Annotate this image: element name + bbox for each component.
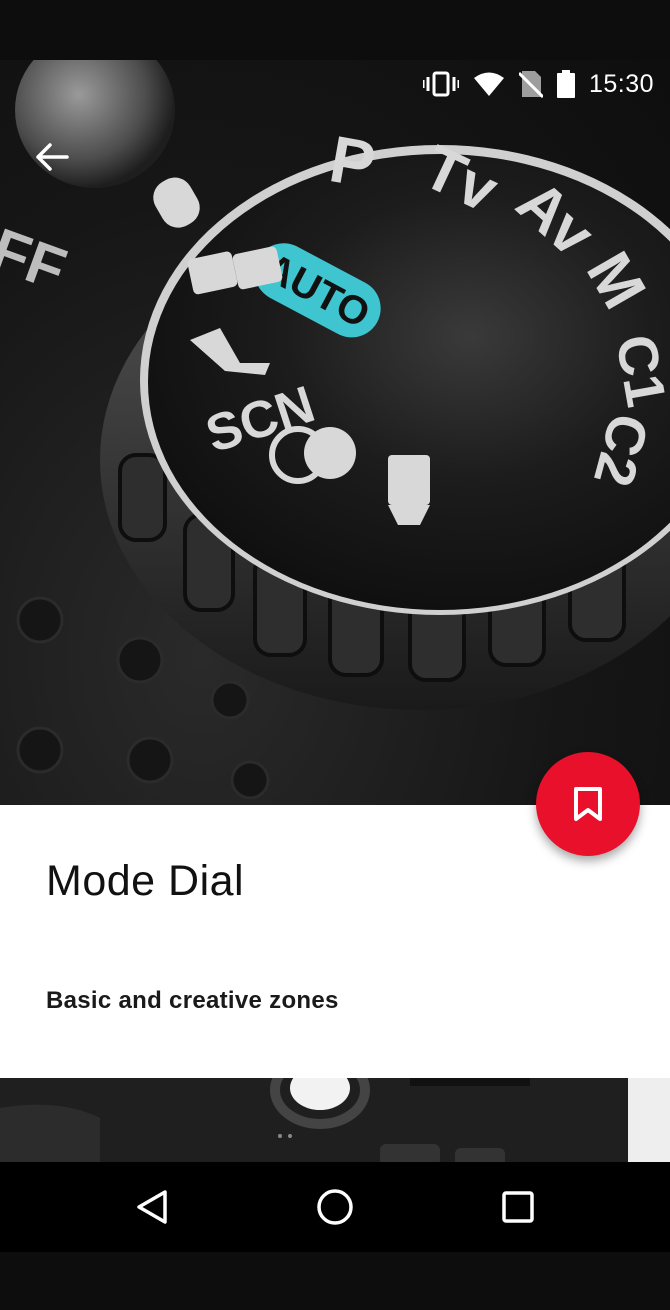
mode-dial-illustration: FF AUTO P Tv Av M C1 C2 SCN [0,60,670,800]
bottom-spacer [0,1252,670,1310]
bookmark-button[interactable] [536,752,640,856]
status-bar: 15:30 [0,60,670,108]
app-screen: FF AUTO P Tv Av M C1 C2 SCN 15:30 Mode D… [0,0,670,1310]
wifi-icon [473,71,505,97]
bookmark-icon [574,787,602,821]
page-subtitle: Basic and creative zones [46,987,339,1014]
hero-image: FF AUTO P Tv Av M C1 C2 SCN [0,60,670,805]
next-card-image[interactable] [0,1078,670,1162]
navigation-bar [0,1162,670,1252]
recents-square-icon [502,1191,535,1223]
vibrate-icon [422,71,459,97]
back-button[interactable] [22,130,82,184]
nav-recents-button[interactable] [473,1162,563,1252]
no-sim-icon [518,70,543,98]
status-time: 15:30 [588,69,654,98]
battery-icon [556,70,575,98]
nav-home-button[interactable] [290,1162,380,1252]
page-title: Mode Dial [46,857,245,905]
back-triangle-icon [136,1190,167,1224]
home-circle-icon [317,1189,353,1225]
nav-back-button[interactable] [107,1162,197,1252]
svg-text:FF: FF [0,215,75,303]
arrow-left-icon [36,143,69,171]
